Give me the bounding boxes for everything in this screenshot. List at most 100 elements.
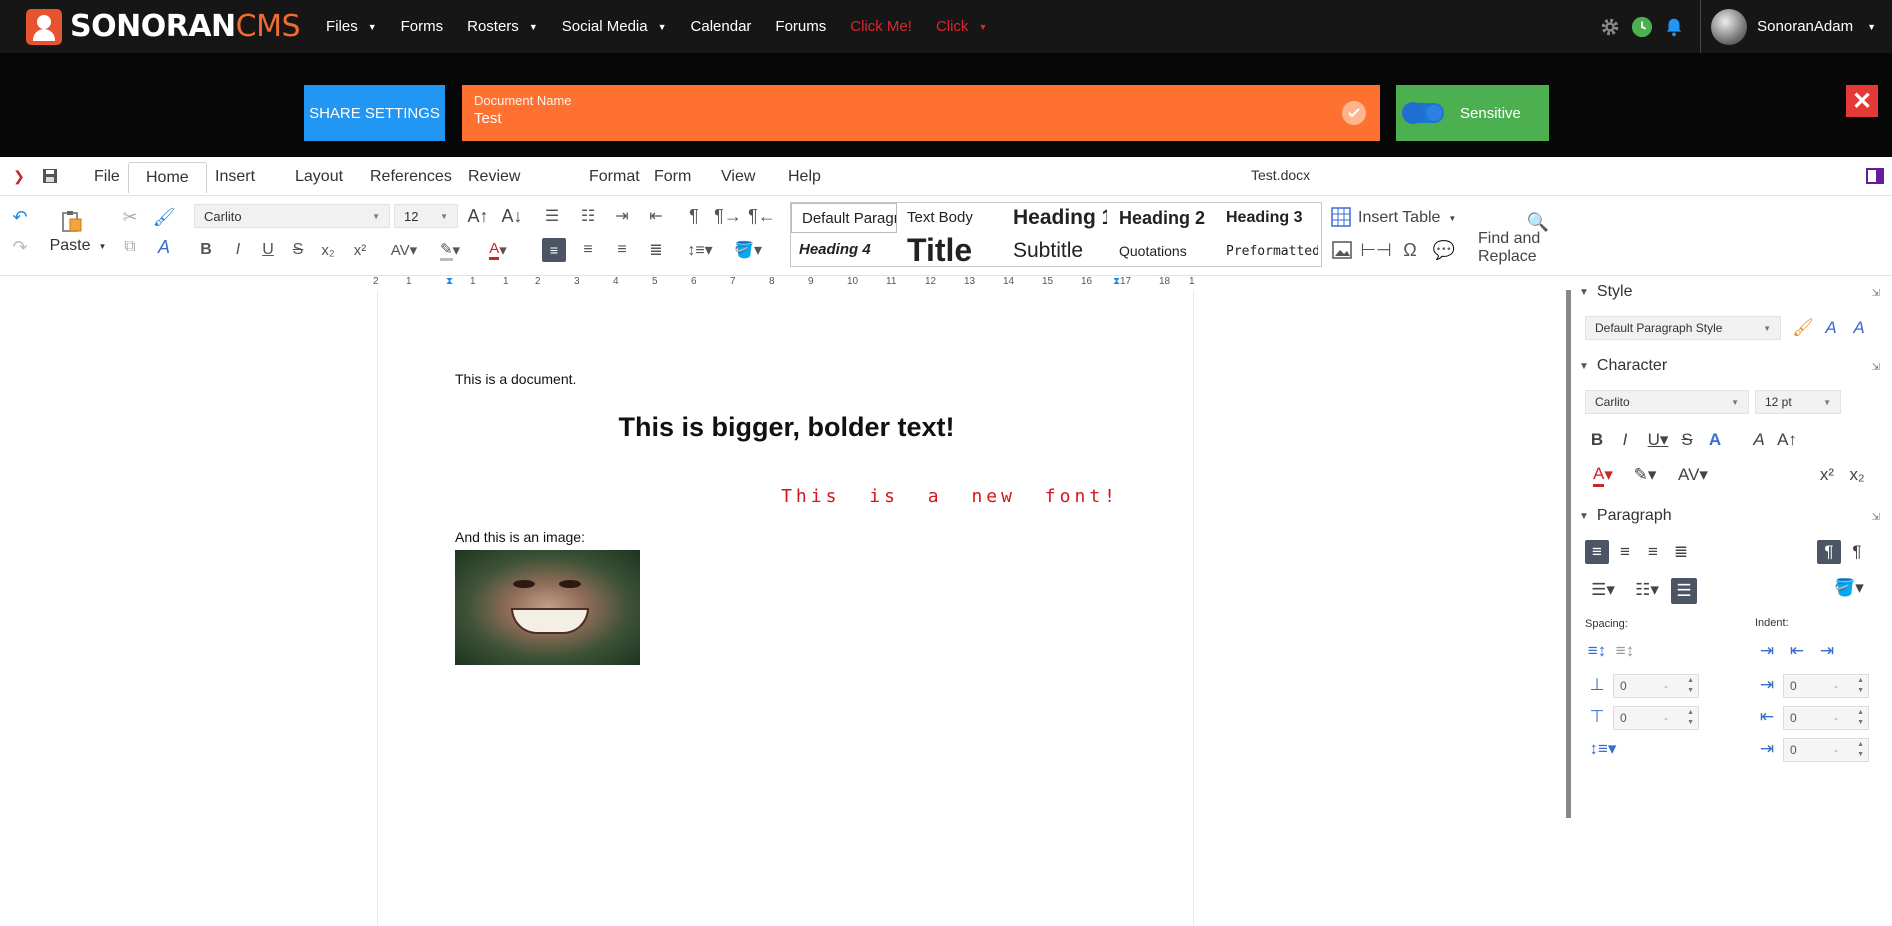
menu-tab-format[interactable]: Format — [579, 166, 650, 188]
numbered-list-icon[interactable]: ☷▾ — [1627, 578, 1667, 602]
expand-icon[interactable]: ⇲ — [1872, 288, 1880, 299]
paragraph-style-select[interactable]: Default Paragraph Style ▼ — [1585, 316, 1781, 340]
menu-tab-layout[interactable]: Layout — [285, 166, 353, 188]
back-arrow-icon[interactable]: ❯ — [10, 167, 28, 185]
strikethrough-icon[interactable]: S — [286, 238, 310, 262]
spacing-after-input[interactable]: 0- ▲ ▼ — [1613, 706, 1699, 730]
menu-tab-insert[interactable]: Insert — [205, 166, 265, 188]
share-settings-button[interactable]: SHARE SETTINGS — [304, 85, 445, 141]
style-subtitle[interactable]: Subtitle — [1013, 239, 1109, 263]
bold-icon[interactable]: B — [194, 238, 218, 262]
document-page[interactable]: This is a document. This is bigger, bold… — [377, 290, 1194, 926]
nav-item-social-media[interactable]: Social Media ▼ — [550, 0, 679, 53]
shading-icon[interactable]: 🪣▾ — [1829, 576, 1869, 600]
doc-new-font-line[interactable]: This is a new font! — [781, 486, 1119, 507]
insert-table-button[interactable]: Insert Table ▼ — [1358, 208, 1468, 228]
text-effects-icon[interactable]: A — [1703, 428, 1727, 452]
document-name-value[interactable]: Test — [474, 110, 1368, 127]
paragraph-section-header[interactable]: ▼ Paragraph — [1579, 507, 1672, 525]
indent-marker-icon[interactable]: ⧗ — [446, 276, 453, 287]
superscript-icon[interactable]: x² — [348, 238, 372, 262]
nav-item-click-me[interactable]: Click Me! — [838, 0, 924, 53]
style-default-paragraph[interactable]: Default Paragraph Style — [791, 203, 897, 233]
doc-paragraph-2[interactable]: And this is an image: — [455, 529, 585, 545]
page-break-icon[interactable]: ⊢⊣ — [1360, 238, 1391, 262]
style-heading-3[interactable]: Heading 3 — [1226, 209, 1318, 227]
style-quotations[interactable]: Quotations — [1119, 243, 1215, 259]
numbered-list-icon[interactable]: ☷ — [576, 204, 600, 228]
update-style-icon[interactable]: A — [1847, 316, 1871, 340]
underline-icon[interactable]: U — [256, 238, 280, 262]
space-before-icon[interactable]: ≡↕ — [1585, 640, 1609, 662]
justify-icon[interactable]: ≣ — [1669, 540, 1693, 564]
menu-tab-file[interactable]: File — [84, 166, 130, 188]
nav-item-forms[interactable]: Forms — [389, 0, 456, 53]
menu-tab-home[interactable]: Home — [128, 162, 207, 193]
increase-indent-icon[interactable]: ⇥ — [610, 204, 634, 228]
clock-icon[interactable] — [1630, 15, 1654, 39]
find-replace-button[interactable]: Find and Replace — [1478, 230, 1602, 265]
save-icon[interactable] — [40, 166, 60, 186]
bell-icon[interactable] — [1662, 15, 1686, 39]
italic-icon[interactable]: I — [226, 238, 250, 262]
superscript-icon[interactable]: x² — [1815, 463, 1839, 487]
font-size-select[interactable]: 12 ▼ — [394, 204, 458, 228]
char-size-select[interactable]: 12 pt ▼ — [1755, 390, 1841, 414]
symbol-icon[interactable]: Ω — [1398, 238, 1422, 262]
new-style-icon[interactable]: A — [1819, 316, 1843, 340]
panel-toggle-icon[interactable] — [1866, 167, 1884, 185]
document-name-field[interactable]: Document Name Test — [462, 85, 1380, 141]
shrink-font-icon[interactable]: A↓ — [500, 204, 524, 228]
redo-icon[interactable]: ↷ — [8, 236, 32, 258]
image-icon[interactable] — [1330, 238, 1354, 262]
style-heading-4[interactable]: Heading 4 — [799, 241, 895, 258]
character-spacing-icon[interactable]: AV▾ — [1673, 463, 1713, 487]
style-heading-1[interactable]: Heading 1 — [1013, 206, 1107, 230]
font-color-icon[interactable]: A ▾ — [478, 238, 518, 262]
ltr-icon[interactable]: ¶→ — [714, 204, 742, 228]
font-color-icon[interactable]: A ▾ — [1583, 463, 1623, 487]
hanging-indent-icon[interactable]: ⇥ — [1815, 640, 1839, 662]
space-after-icon[interactable]: ≡↕ — [1613, 640, 1637, 662]
check-icon[interactable] — [1342, 101, 1366, 125]
expand-icon[interactable]: ⇲ — [1872, 362, 1880, 373]
doc-image-troll-face[interactable] — [455, 550, 640, 665]
style-title[interactable]: Title — [907, 232, 1003, 266]
nav-item-rosters[interactable]: Rosters ▼ — [455, 0, 550, 53]
close-button[interactable]: ✕ — [1846, 85, 1878, 117]
spacing-before-input[interactable]: 0- ▲ ▼ — [1613, 674, 1699, 698]
align-center-icon[interactable]: ≡ — [576, 238, 600, 262]
menu-tab-help[interactable]: Help — [778, 166, 831, 188]
expand-icon[interactable]: ⇲ — [1872, 512, 1880, 523]
shading-icon[interactable]: 🪣▾ — [728, 238, 768, 262]
style-text-body[interactable]: Text Body — [907, 209, 987, 226]
format-painter-icon[interactable]: 🖌 — [152, 206, 176, 228]
align-left-icon[interactable]: ≡ — [542, 238, 566, 262]
paste-button[interactable]: Paste ▼ — [48, 236, 108, 256]
highlight-color-icon[interactable]: ✎▾ — [1625, 463, 1665, 487]
strikethrough-icon[interactable]: S — [1675, 428, 1699, 452]
rtl-icon[interactable]: ¶ — [1845, 540, 1869, 564]
brand-logo[interactable]: SONORANCMS — [26, 0, 301, 53]
style-section-header[interactable]: ▼ Style — [1579, 283, 1632, 301]
doc-paragraph-1[interactable]: This is a document. — [455, 371, 576, 387]
apply-style-icon[interactable]: 🖌 — [1791, 316, 1815, 340]
align-right-icon[interactable]: ≡ — [1641, 540, 1665, 564]
subscript-icon[interactable]: x₂ — [1845, 463, 1869, 487]
toggle-switch[interactable] — [1402, 102, 1444, 124]
nav-item-forums[interactable]: Forums — [763, 0, 838, 53]
line-spacing-icon[interactable]: ↕≡▾ — [680, 238, 720, 262]
first-line-indent-input[interactable]: 0- ▲ ▼ — [1783, 738, 1869, 762]
clear-format-icon[interactable]: A — [152, 236, 176, 258]
gear-icon[interactable] — [1598, 15, 1622, 39]
menu-tab-review[interactable]: Review — [458, 166, 530, 188]
grow-font-icon[interactable]: A↑ — [466, 204, 490, 228]
bullet-list-icon[interactable]: ☰▾ — [1583, 578, 1623, 602]
grow-font-icon[interactable]: A↑ — [1775, 428, 1799, 452]
bullet-list-icon[interactable]: ☰ — [540, 204, 564, 228]
character-spacing-icon[interactable]: AV▾ — [384, 238, 424, 262]
table-icon[interactable] — [1330, 206, 1352, 228]
undo-icon[interactable]: ↶ — [8, 206, 32, 228]
doc-heading[interactable]: This is bigger, bolder text! — [378, 412, 1195, 443]
right-indent-marker-icon[interactable]: ⧗ — [1113, 276, 1120, 287]
